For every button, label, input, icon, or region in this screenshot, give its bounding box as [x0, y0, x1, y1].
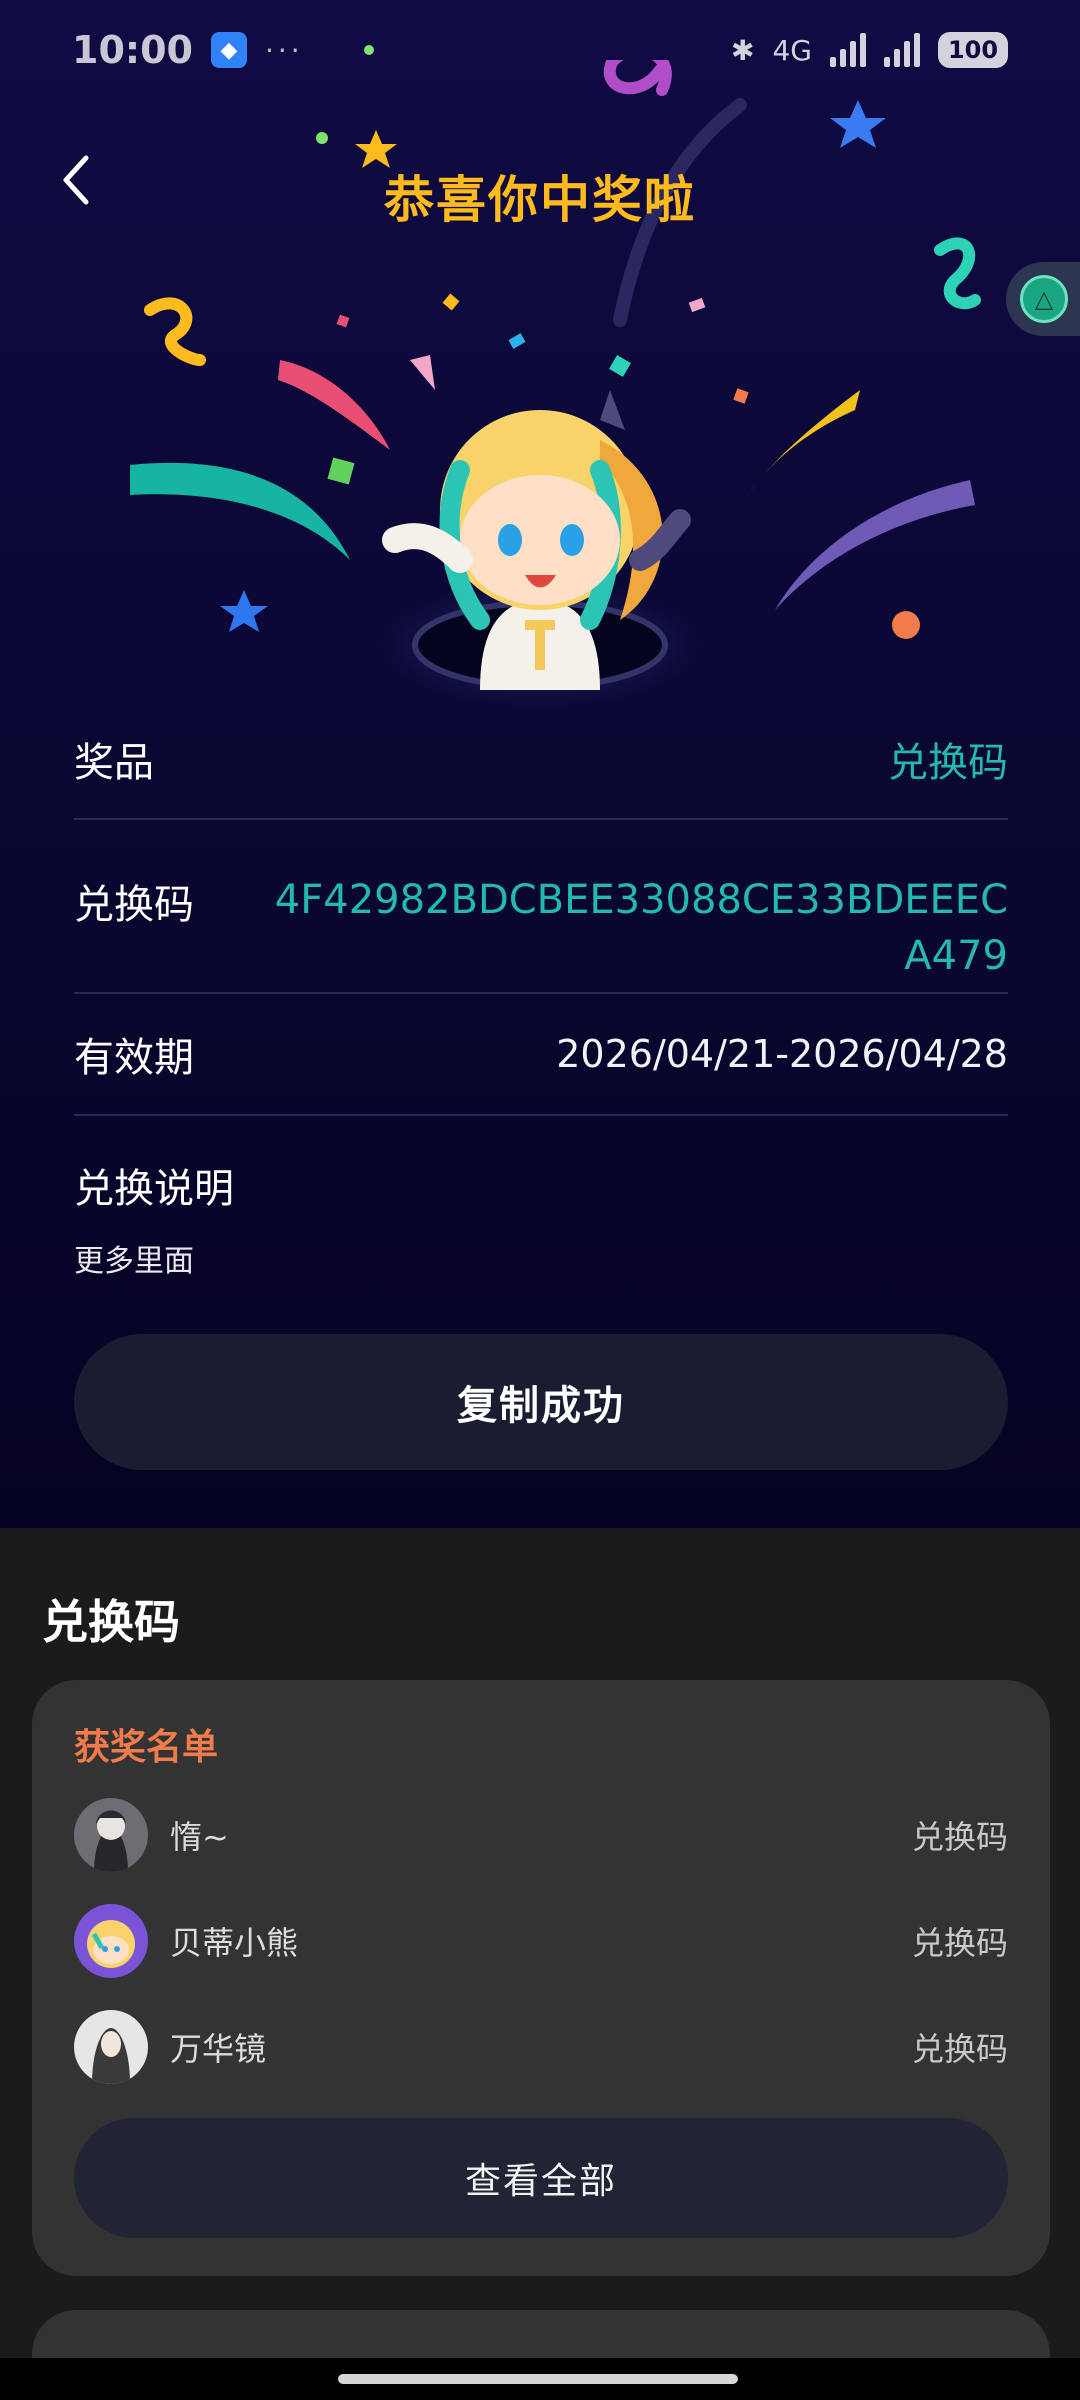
- prize-area: 10:00 ◆ ··· ✱ 4G 100 恭喜你中奖啦 △ 奖品 兑换码 兑换码…: [0, 0, 1080, 1528]
- view-all-button[interactable]: 查看全部: [74, 2118, 1008, 2238]
- page-title: 恭喜你中奖啦: [384, 171, 696, 229]
- prize-label: 奖品: [74, 740, 154, 786]
- avatar: [74, 1798, 148, 1872]
- prize-info: 奖品 兑换码 兑换码 4F42982BDCBEE33088CE33BDEEECA…: [74, 700, 1008, 1280]
- section-title: 兑换码: [42, 1595, 180, 1649]
- code-row: 兑换码 4F42982BDCBEE33088CE33BDEEECA479: [74, 820, 1008, 994]
- winner-name: 贝蒂小熊: [170, 1924, 299, 1962]
- code-label: 兑换码: [74, 882, 194, 928]
- note-row: 兑换说明 更多里面: [74, 1116, 1008, 1280]
- winner-prize: 兑换码: [911, 1818, 1008, 1856]
- winner-prize: 兑换码: [911, 2030, 1008, 2068]
- note-description: 更多里面: [74, 1244, 194, 1279]
- note-label: 兑换说明: [74, 1166, 234, 1212]
- avatar: [74, 1904, 148, 1978]
- floating-assistant-button[interactable]: △: [1006, 262, 1080, 336]
- prize-row: 奖品 兑换码: [74, 700, 1008, 820]
- validity-label: 有效期: [74, 1035, 194, 1081]
- winner-row: 贝蒂小熊 兑换码: [74, 1904, 1008, 1978]
- validity-row: 有效期 2026/04/21-2026/04/28: [74, 994, 1008, 1116]
- winners-title: 获奖名单: [74, 1727, 219, 1768]
- copy-button[interactable]: 复制成功: [74, 1334, 1008, 1470]
- winner-row: 万华镜 兑换码: [74, 2010, 1008, 2084]
- winner-prize: 兑换码: [911, 1924, 1008, 1962]
- prize-value: 兑换码: [888, 740, 1008, 786]
- assistant-icon: △: [1020, 275, 1068, 323]
- home-indicator[interactable]: [338, 2374, 738, 2384]
- winners-card: 获奖名单 惰~ 兑换码 贝蒂小熊 兑换码 万华镜 兑换码 查看全部: [32, 1680, 1050, 2276]
- avatar: [74, 2010, 148, 2084]
- notification-dot-icon: [363, 45, 374, 55]
- validity-value: 2026/04/21-2026/04/28: [556, 1032, 1008, 1076]
- winner-name: 万华镜: [170, 2030, 267, 2068]
- winner-name: 惰~: [170, 1818, 229, 1856]
- redeem-code-value[interactable]: 4F42982BDCBEE33088CE33BDEEECA479: [268, 872, 1008, 984]
- winner-row: 惰~ 兑换码: [74, 1798, 1008, 1872]
